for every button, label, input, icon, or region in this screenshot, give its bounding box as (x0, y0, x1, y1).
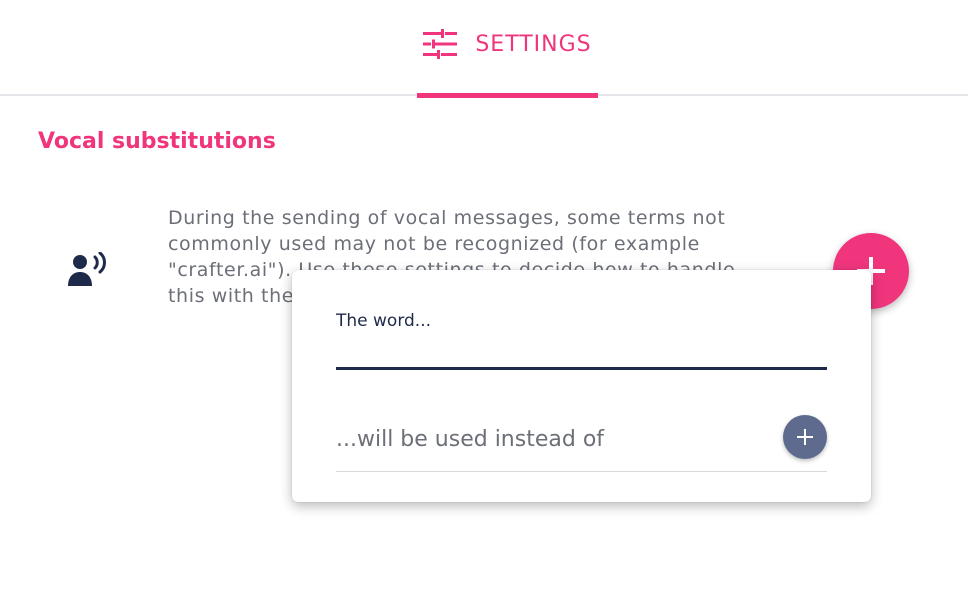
voice-speaking-icon (66, 252, 110, 288)
plus-icon (797, 429, 813, 445)
substitution-popover: The word... (292, 270, 871, 502)
instead-of-input[interactable] (336, 416, 827, 472)
word-field-label: The word... (336, 311, 432, 331)
tab-settings-label: SETTINGS (475, 31, 592, 57)
tab-active-indicator (417, 93, 598, 98)
tab-settings[interactable]: SETTINGS (417, 0, 598, 98)
tab-bar: SETTINGS (0, 0, 968, 98)
word-input[interactable] (336, 334, 827, 370)
sliders-icon (423, 29, 458, 59)
add-alternative-button[interactable] (783, 415, 827, 459)
app-root: SETTINGS Vocal substitutions During the … (0, 0, 968, 602)
section-title: Vocal substitutions (38, 129, 276, 154)
